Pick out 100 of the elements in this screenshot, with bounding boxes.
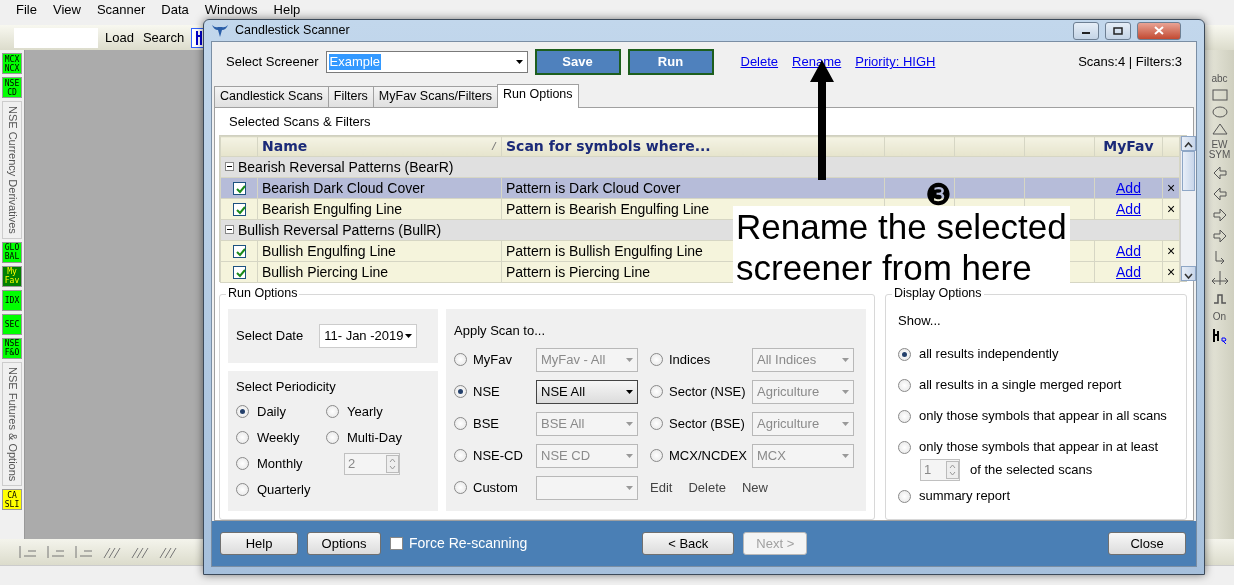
scrollbar[interactable]: [1180, 136, 1196, 281]
chart-tool-icon[interactable]: [46, 545, 66, 559]
vertical-tab-label[interactable]: NSE Futures & Options: [2, 361, 22, 487]
link[interactable]: Delete: [740, 54, 779, 70]
vertical-tab-label[interactable]: NSE Currency Derivatives: [2, 101, 22, 239]
option-label[interactable]: NSE: [473, 383, 500, 400]
checkbox[interactable]: [232, 266, 246, 280]
column-header[interactable]: MyFav: [1094, 136, 1163, 157]
arrow-tool-icon[interactable]: [1211, 165, 1228, 181]
radio-button[interactable]: [898, 440, 911, 454]
menu-item[interactable]: View: [44, 2, 89, 18]
link[interactable]: Rename: [792, 54, 842, 70]
option-label[interactable]: Weekly: [257, 429, 300, 446]
triangle-tool-icon[interactable]: [1211, 123, 1228, 135]
menu-item[interactable]: File: [8, 2, 45, 18]
radio-button[interactable]: [236, 431, 249, 445]
dropdown[interactable]: NSE All: [536, 379, 638, 404]
radio-button[interactable]: [898, 409, 911, 423]
checkbox[interactable]: [232, 245, 246, 259]
option-label[interactable]: Quarterly: [257, 481, 311, 498]
radio-button[interactable]: [326, 405, 339, 419]
chart-tool-icon[interactable]: [158, 545, 178, 559]
market-badge[interactable]: CA SLI: [2, 489, 22, 511]
option-label[interactable]: Multi-Day: [347, 429, 402, 446]
column-header[interactable]: Scan for symbols where...: [501, 136, 885, 157]
radio-button[interactable]: [326, 431, 339, 445]
menu-item[interactable]: Data: [153, 2, 197, 18]
scrollbar-thumb[interactable]: [1182, 151, 1195, 191]
action-button[interactable]: Save: [534, 49, 621, 75]
table-cell[interactable]: Bearish Engulfing Line: [257, 198, 502, 220]
option-label[interactable]: all results independently: [919, 346, 1059, 362]
tab[interactable]: MyFav Scans/Filters: [372, 86, 499, 107]
market-badge[interactable]: NSE F&O: [2, 337, 22, 359]
action-link[interactable]: New: [742, 479, 768, 496]
ellipse-tool-icon[interactable]: [1211, 106, 1228, 118]
arrow-tool-icon[interactable]: [1211, 186, 1228, 202]
market-badge[interactable]: MCX NCX: [2, 53, 22, 74]
option-label[interactable]: all results in a single merged report: [919, 377, 1122, 393]
link[interactable]: Priority: HIGH: [855, 54, 936, 70]
date-picker[interactable]: 11- Jan -2019: [319, 324, 418, 348]
group-header[interactable]: Bearish Reversal Patterns (BearR): [238, 158, 454, 176]
dialog-button[interactable]: Help: [220, 532, 298, 555]
radio-button[interactable]: [236, 405, 249, 419]
market-badge[interactable]: IDX: [2, 289, 22, 311]
radio-button[interactable]: [454, 385, 467, 399]
option-label[interactable]: only those symbols that appear in at least: [919, 439, 1159, 455]
action-link[interactable]: Delete: [688, 479, 726, 496]
candlestick-r-icon[interactable]: [1210, 327, 1229, 345]
dialog-button[interactable]: < Back: [642, 532, 735, 555]
table-cell[interactable]: Bearish Dark Cloud Cover: [257, 177, 502, 199]
elliott-wave-tool[interactable]: EW SYM: [1205, 140, 1234, 160]
checkbox[interactable]: [232, 203, 246, 217]
market-badge[interactable]: NSE CD: [2, 77, 22, 98]
chart-tool-icon[interactable]: [74, 545, 94, 559]
group-header[interactable]: Bullish Reversal Patterns (BullR): [238, 221, 442, 239]
table-cell[interactable]: Bullish Engulfing Line: [257, 240, 502, 262]
toolbar-button[interactable]: Load: [103, 29, 136, 46]
arrow-tool-icon[interactable]: [1211, 207, 1228, 223]
tab[interactable]: Run Options: [497, 84, 579, 108]
chart-tool-icon[interactable]: [130, 545, 150, 559]
radio-button[interactable]: [236, 483, 249, 497]
close-button[interactable]: [1137, 21, 1181, 40]
collapse-icon[interactable]: [225, 225, 234, 235]
arrow-tool-icon[interactable]: [1211, 228, 1228, 244]
tab[interactable]: Candlestick Scans: [214, 86, 329, 107]
chart-tool-icon[interactable]: [102, 545, 122, 559]
checkbox-label[interactable]: Force Re-scanning: [409, 535, 528, 552]
rectangle-tool-icon[interactable]: [1211, 89, 1228, 101]
market-badge[interactable]: My Fav: [2, 265, 22, 287]
market-badge[interactable]: SEC: [2, 313, 22, 335]
option-label[interactable]: summary report: [919, 488, 1011, 504]
time-shift-icon[interactable]: [1210, 270, 1229, 286]
option-label[interactable]: only those symbols that appear in all scans: [919, 408, 1167, 424]
menu-item[interactable]: Scanner: [88, 2, 154, 18]
checkbox[interactable]: [390, 537, 403, 550]
option-label[interactable]: Yearly: [347, 403, 383, 420]
option-label[interactable]: Daily: [257, 403, 286, 420]
action-link[interactable]: Edit: [650, 479, 673, 496]
minimize-button[interactable]: [1073, 21, 1099, 40]
market-badge[interactable]: GLO BAL: [2, 241, 22, 263]
radio-button[interactable]: [898, 347, 911, 361]
action-button[interactable]: Run: [627, 49, 714, 75]
collapse-icon[interactable]: [225, 162, 234, 172]
maximize-button[interactable]: [1105, 21, 1131, 40]
menu-item[interactable]: Help: [265, 2, 309, 18]
tab[interactable]: Filters: [327, 86, 374, 107]
column-header[interactable]: Name: [257, 136, 502, 157]
toggle-tool[interactable]: On: [1212, 312, 1227, 322]
text-tool[interactable]: abc: [1211, 74, 1228, 84]
option-label[interactable]: Monthly: [257, 455, 303, 472]
radio-button[interactable]: [236, 457, 249, 471]
toolbar-button[interactable]: Search: [140, 29, 187, 46]
step-line-icon[interactable]: [1211, 291, 1228, 307]
chart-tool-icon[interactable]: [18, 545, 38, 559]
menu-item[interactable]: Windows: [196, 2, 266, 18]
radio-button[interactable]: [898, 489, 911, 503]
radio-button[interactable]: [898, 378, 911, 392]
checkbox[interactable]: [232, 182, 246, 196]
table-cell[interactable]: Bullish Piercing Line: [257, 261, 502, 283]
symbol-input-field[interactable]: [14, 27, 98, 48]
